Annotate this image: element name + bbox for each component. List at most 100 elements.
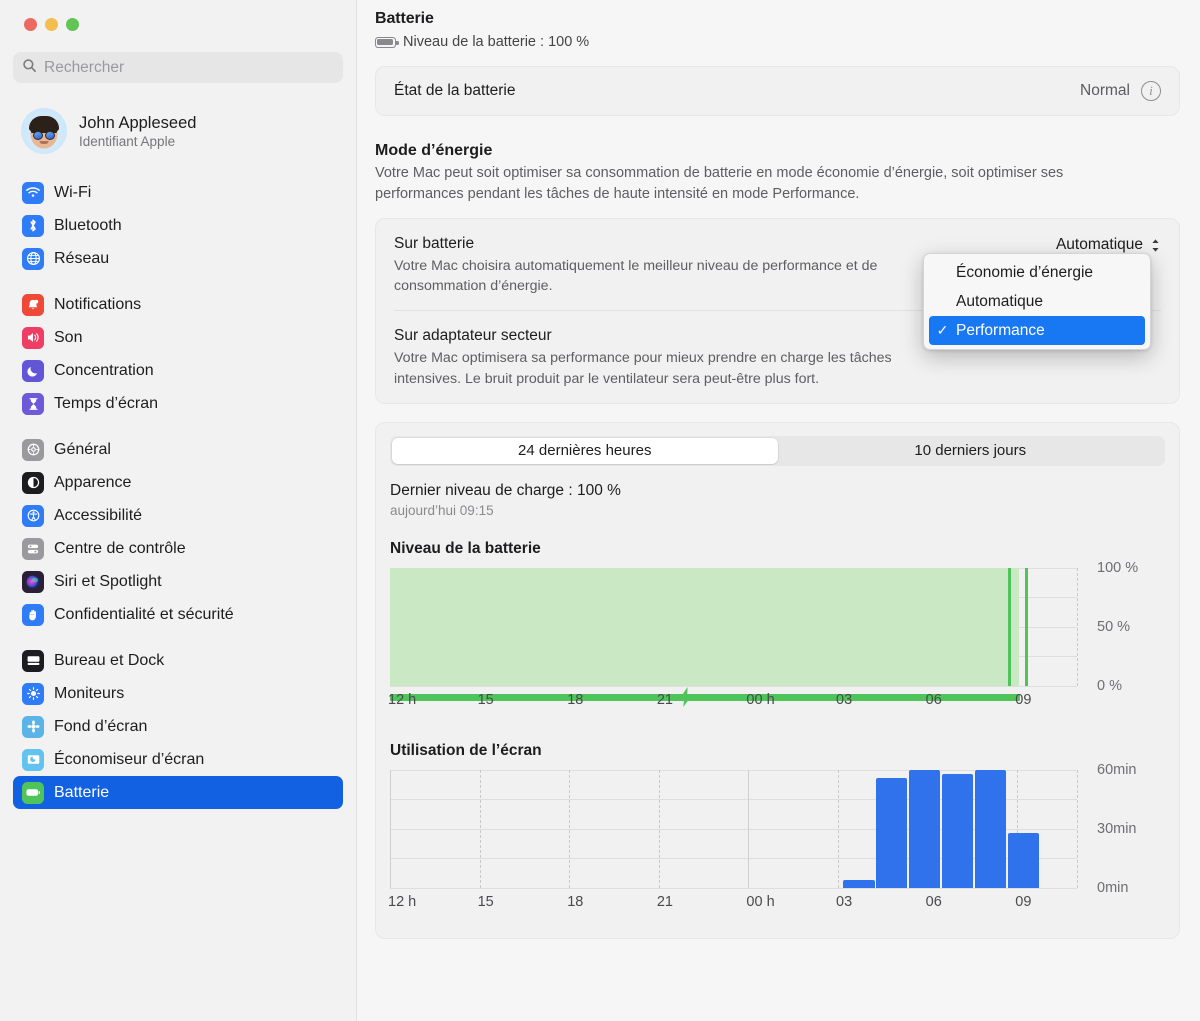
- chart-x-tick-label: 18: [567, 691, 584, 708]
- profile-row[interactable]: John Appleseed Identifiant Apple: [13, 96, 343, 166]
- tab-last-24-hours[interactable]: 24 dernières heures: [392, 437, 778, 464]
- accessibility-icon: [22, 504, 44, 527]
- siri-icon: [22, 570, 44, 593]
- usage-bar: [876, 777, 908, 888]
- last-charge-level: Dernier niveau de charge : 100 %: [390, 481, 621, 499]
- chart-y-tick-label: 100 %: [1097, 559, 1139, 576]
- sidebar-item-label: Notifications: [54, 295, 142, 313]
- zoom-button[interactable]: [66, 18, 79, 31]
- menu-item-label: Performance: [956, 321, 1045, 339]
- menu-item-performance[interactable]: ✓ Performance: [929, 316, 1145, 346]
- sidebar-item-network[interactable]: Réseau: [13, 242, 343, 275]
- chart-right-boundary: [1077, 567, 1078, 686]
- sidebar-item-accessibility[interactable]: Accessibilité: [13, 499, 343, 532]
- screen-usage-x-axis: 12 h 15 18 21 00 h 03 06 09: [388, 893, 1077, 922]
- sidebar-item-desktop-dock[interactable]: Bureau et Dock: [13, 644, 343, 677]
- sidebar-item-label: Batterie: [54, 783, 110, 801]
- screen-usage-chart-plot: [390, 769, 1078, 889]
- usage-bar: [1007, 832, 1039, 888]
- sidebar-item-siri-spotlight[interactable]: Siri et Spotlight: [13, 565, 343, 598]
- battery-level-edge-line: [1008, 567, 1012, 686]
- chart-gridline-h: [390, 828, 1077, 830]
- sidebar-item-general[interactable]: Général: [13, 433, 343, 466]
- sidebar-item-privacy-security[interactable]: Confidentialité et sécurité: [13, 598, 343, 631]
- wallpaper-icon: [22, 715, 44, 738]
- info-icon[interactable]: i: [1141, 81, 1161, 101]
- sidebar-item-label: Économiseur d’écran: [54, 750, 205, 768]
- chart-x-tick-label: 09: [1015, 691, 1032, 708]
- chart-x-tick-label: 03: [836, 893, 853, 910]
- sidebar-item-label: Son: [54, 328, 83, 346]
- sidebar-nav: Wi-Fi Bluetooth Réseau Notifications Son…: [13, 176, 343, 809]
- sidebar-item-screen-time[interactable]: Temps d’écran: [13, 387, 343, 420]
- sidebar-item-label: Temps d’écran: [54, 394, 159, 412]
- moon-icon: [22, 359, 44, 382]
- chart-x-tick-label: 03: [836, 691, 853, 708]
- battery-icon: [22, 781, 44, 804]
- energy-mode-description: Votre Mac peut soit optimiser sa consomm…: [375, 165, 1064, 202]
- chart-y-tick-label: 50 %: [1097, 618, 1131, 635]
- chart-gridline-v: [748, 769, 750, 888]
- chart-gridline-v: [838, 769, 840, 888]
- desktop-dock-icon: [22, 649, 44, 672]
- menu-item-automatique[interactable]: Automatique: [929, 287, 1145, 316]
- battery-health-row[interactable]: État de la batterie Normal i: [376, 67, 1179, 115]
- usage-range-tabs: 24 dernières heures 10 derniers jours: [390, 435, 1165, 466]
- wifi-icon: [22, 181, 44, 204]
- appearance-icon: [22, 471, 44, 494]
- sidebar-item-appearance[interactable]: Apparence: [13, 466, 343, 499]
- hand-icon: [22, 603, 44, 626]
- close-button[interactable]: [24, 18, 37, 31]
- menu-check-icon: ✓: [936, 322, 949, 339]
- chevron-up-down-icon: [1150, 238, 1161, 253]
- on-power-label: Sur adaptateur secteur: [394, 327, 552, 345]
- gear-icon: [22, 438, 44, 461]
- page-header: Batterie Niveau de la batterie : 100 %: [375, 0, 1180, 50]
- sidebar-item-wallpaper[interactable]: Fond d’écran: [13, 710, 343, 743]
- chart-right-boundary: [1077, 769, 1078, 888]
- chart-x-tick-label: 12 h: [388, 691, 417, 708]
- sidebar-item-label: Apparence: [54, 473, 132, 491]
- energy-mode-dropdown-menu[interactable]: Économie d’énergie Automatique ✓ Perform…: [923, 253, 1151, 351]
- sidebar-item-wifi[interactable]: Wi-Fi: [13, 176, 343, 209]
- menu-item-label: Automatique: [956, 292, 1044, 310]
- chart-x-tick-label: 21: [656, 893, 673, 910]
- settings-window: John Appleseed Identifiant Apple Wi-Fi B…: [0, 0, 1200, 1021]
- chart-x-tick-label: 00 h: [746, 691, 775, 708]
- chart-x-tick-label: 21: [656, 691, 673, 708]
- search-field[interactable]: [13, 52, 343, 83]
- sidebar-item-focus[interactable]: Concentration: [13, 354, 343, 387]
- chart-x-tick-label: 06: [925, 691, 942, 708]
- energy-mode-title: Mode d’énergie: [375, 142, 493, 159]
- battery-chart-y-axis: 0 % 50 % 100 %: [1081, 560, 1165, 694]
- chart-x-tick-label: 15: [477, 691, 494, 708]
- sidebar-item-battery[interactable]: Batterie: [13, 776, 343, 809]
- sidebar: John Appleseed Identifiant Apple Wi-Fi B…: [0, 0, 357, 1021]
- sidebar-item-label: Siri et Spotlight: [54, 572, 162, 590]
- battery-chart-plot: [390, 567, 1078, 707]
- chart-gridline-v: [390, 769, 391, 888]
- search-input[interactable]: [44, 58, 334, 77]
- sidebar-item-displays[interactable]: Moniteurs: [13, 677, 343, 710]
- sidebar-group-network: Wi-Fi Bluetooth Réseau: [13, 176, 343, 275]
- chart-gridline-h: [390, 887, 1077, 889]
- sidebar-item-screensaver[interactable]: Économiseur d’écran: [13, 743, 343, 776]
- sidebar-item-sound[interactable]: Son: [13, 321, 343, 354]
- sidebar-item-label: Concentration: [54, 361, 154, 379]
- sidebar-item-notifications[interactable]: Notifications: [13, 288, 343, 321]
- bluetooth-icon: [22, 214, 44, 237]
- chart-y-tick-label: 30min: [1097, 820, 1137, 837]
- sidebar-item-control-center[interactable]: Centre de contrôle: [13, 532, 343, 565]
- battery-health-label: État de la batterie: [394, 82, 516, 99]
- chart-y-tick-label: 0 %: [1097, 677, 1122, 694]
- tab-last-10-days[interactable]: 10 derniers jours: [778, 438, 1164, 464]
- on-battery-popup-button[interactable]: Automatique: [1056, 235, 1161, 254]
- sidebar-item-label: Bureau et Dock: [54, 651, 165, 669]
- sidebar-item-bluetooth[interactable]: Bluetooth: [13, 209, 343, 242]
- sidebar-item-label: Réseau: [54, 249, 110, 267]
- menu-item-economie[interactable]: Économie d’énergie: [929, 258, 1145, 287]
- profile-subtitle: Identifiant Apple: [79, 133, 176, 149]
- minimize-button[interactable]: [45, 18, 58, 31]
- chart-gridline-h: [390, 685, 1077, 687]
- screen-usage-y-axis: 0min 30min 60min: [1081, 762, 1165, 896]
